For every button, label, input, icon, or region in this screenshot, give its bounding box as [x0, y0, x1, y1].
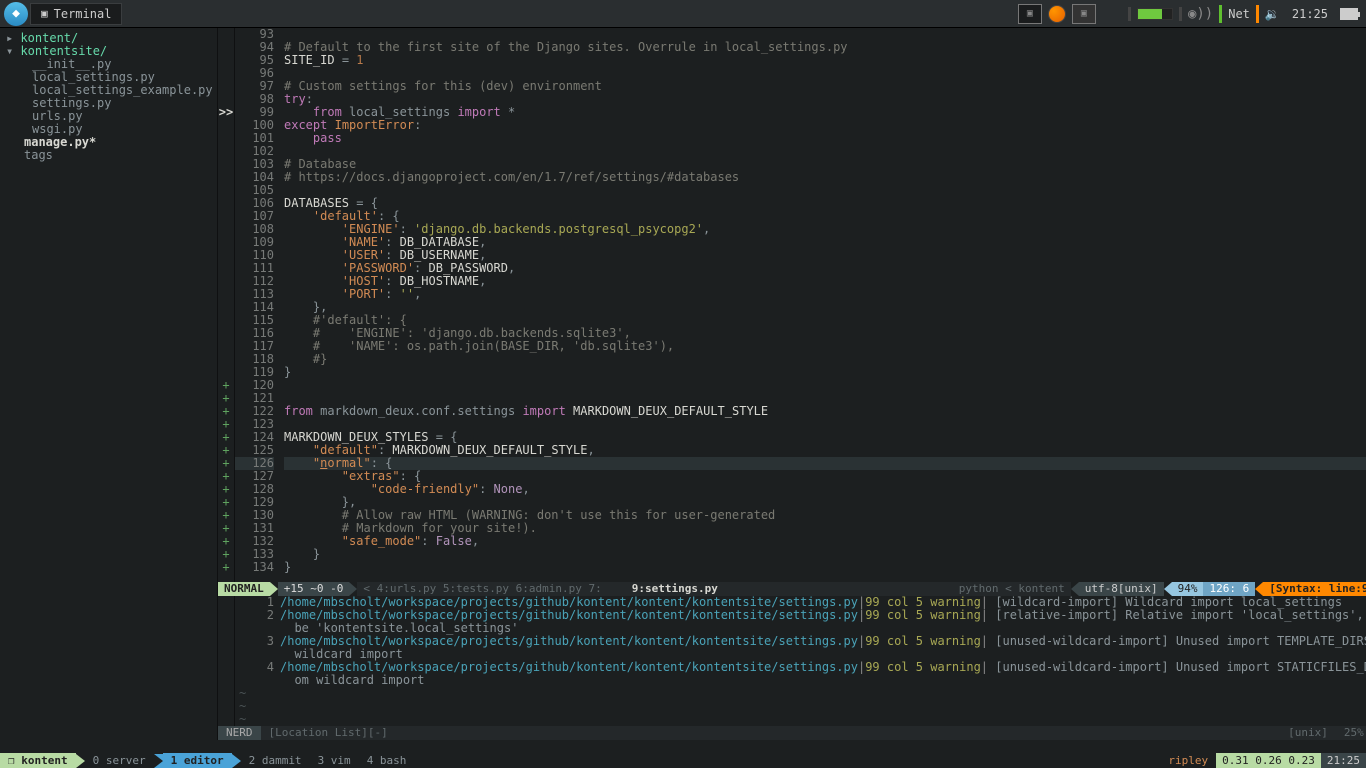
code-line[interactable]: except ImportError: — [284, 119, 1366, 132]
volume-icon[interactable]: 🔉 — [1265, 7, 1280, 21]
loclist-statusline: NERD [Location List][-] [unix] 25% 1: 1 — [218, 726, 1366, 740]
taskbar-terminal-button[interactable]: ▣ Terminal — [30, 3, 122, 25]
tray-divider — [1219, 5, 1222, 23]
code-line[interactable]: "default": MARKDOWN_DEUX_DEFAULT_STYLE, — [284, 444, 1366, 457]
tmux-window[interactable]: 2 dammit — [241, 753, 310, 768]
tmux-window-list[interactable]: 0 server 1 editor 2 dammit3 vim4 bash — [85, 753, 415, 768]
location-list[interactable]: 1/home/mbscholt/workspace/projects/githu… — [218, 596, 1366, 726]
code-line[interactable]: SITE_ID = 1 — [284, 54, 1366, 67]
tray-workspace-2[interactable]: ▣ — [1072, 4, 1096, 24]
code-line[interactable] — [284, 145, 1366, 158]
filetype-label: python < kontent — [959, 582, 1065, 596]
app-menu-icon[interactable]: ◆ — [4, 2, 28, 26]
tray-divider — [1256, 5, 1259, 23]
code-line[interactable]: "code-friendly": None, — [284, 483, 1366, 496]
taskbar-clock: 21:25 — [1286, 7, 1334, 21]
code-line[interactable]: "normal": { — [284, 457, 1366, 470]
cpu-meter — [1137, 8, 1173, 20]
tmux-hostname: ripley — [1160, 753, 1216, 768]
loclist-mode: NERD — [218, 726, 261, 740]
desktop-taskbar: ◆ ▣ Terminal ▣ ▣ ◉)) Net 🔉 21:25 — [0, 0, 1366, 28]
code-line[interactable]: # 'NAME': os.path.join(BASE_DIR, 'db.sql… — [284, 340, 1366, 353]
loclist-row[interactable]: 3/home/mbscholt/workspace/projects/githu… — [218, 635, 1366, 648]
code-line[interactable]: 'PORT': '', — [284, 288, 1366, 301]
tmux-statusbar: ❐ kontent 0 server 1 editor 2 dammit3 vim4… — [0, 753, 1366, 768]
tmux-window[interactable]: 1 editor — [163, 753, 232, 768]
buffer-list[interactable]: < 4:urls.py 5:tests.py 6:admin.py 7: 9:s… — [357, 582, 1070, 596]
code-line[interactable]: # Custom settings for this (dev) environ… — [284, 80, 1366, 93]
code-line[interactable]: DATABASES = { — [284, 197, 1366, 210]
net-label[interactable]: Net — [1228, 7, 1250, 21]
code-line[interactable]: 'HOST': DB_HOSTNAME, — [284, 275, 1366, 288]
line-number-gutter: 9394959697989910010110210310410510610710… — [234, 28, 280, 582]
code-line[interactable] — [284, 184, 1366, 197]
tmux-window[interactable]: 0 server — [85, 753, 154, 768]
code-editor[interactable]: >> +++++++++++++++ 939495969798991001011… — [218, 28, 1366, 582]
tray-separator — [1179, 7, 1182, 21]
encoding-label: utf-8[unix] — [1079, 582, 1164, 596]
code-line[interactable]: from markdown_deux.conf.settings import … — [284, 405, 1366, 418]
syntax-warning[interactable]: [Syntax: line:99 (4)] — [1263, 582, 1366, 596]
tmux-window[interactable]: 4 bash — [359, 753, 415, 768]
code-line[interactable]: } — [284, 366, 1366, 379]
terminal-icon: ▣ — [41, 7, 48, 20]
battery-icon — [1340, 8, 1358, 20]
percent-label: 94% — [1172, 582, 1204, 596]
tmux-session-name: kontent — [21, 754, 67, 767]
loclist-pct: 25% — [1336, 726, 1366, 740]
code-line[interactable]: pass — [284, 132, 1366, 145]
wifi-icon[interactable]: ◉)) — [1188, 6, 1213, 22]
code-line[interactable]: } — [284, 548, 1366, 561]
active-buffer[interactable]: 9:settings.py — [632, 582, 718, 596]
code-line[interactable]: # https://docs.djangoproject.com/en/1.7/… — [284, 171, 1366, 184]
taskbar-terminal-label: Terminal — [54, 7, 112, 21]
loclist-title: [Location List][-] — [269, 726, 388, 740]
sign-column: >> +++++++++++++++ — [218, 28, 234, 582]
statusline: NORMAL +15 ~0 -0 < 4:urls.py 5:tests.py … — [218, 582, 1366, 596]
tmux-clock: 21:25 — [1321, 753, 1366, 768]
git-hunks: +15 ~0 -0 — [278, 582, 350, 596]
tray-separator — [1128, 7, 1131, 21]
mode-indicator: NORMAL — [218, 582, 270, 596]
tmux-session[interactable]: ❐ kontent — [0, 753, 76, 768]
code-line[interactable] — [284, 379, 1366, 392]
tmux-loadavg: 0.31 0.26 0.23 — [1216, 753, 1321, 768]
code-content[interactable]: # Default to the first site of the Djang… — [280, 28, 1366, 582]
loclist-row[interactable]: 4/home/mbscholt/workspace/projects/githu… — [218, 661, 1366, 674]
code-line[interactable]: }, — [284, 301, 1366, 314]
loclist-row[interactable]: 1/home/mbscholt/workspace/projects/githu… — [218, 596, 1366, 609]
code-line[interactable]: "safe_mode": False, — [284, 535, 1366, 548]
loclist-row[interactable]: 2/home/mbscholt/workspace/projects/githu… — [218, 609, 1366, 622]
inactive-buffers[interactable]: < 4:urls.py 5:tests.py 6:admin.py 7: — [363, 582, 601, 596]
tmux-session-icon: ❐ — [8, 754, 21, 767]
nerdtree-sidebar[interactable]: kontent/ kontentsite/ __init__.py local_… — [0, 28, 218, 740]
line-col-label: 126: 6 — [1203, 582, 1255, 596]
firefox-icon[interactable] — [1048, 5, 1066, 23]
code-line[interactable]: #} — [284, 353, 1366, 366]
tray-workspace-1[interactable]: ▣ — [1018, 4, 1042, 24]
code-line[interactable]: from local_settings import * — [284, 106, 1366, 119]
loclist-enc: [unix] — [1280, 726, 1336, 740]
tree-file[interactable]: tags — [2, 149, 215, 162]
code-line[interactable]: # Default to the first site of the Djang… — [284, 41, 1366, 54]
tmux-window[interactable]: 3 vim — [310, 753, 359, 768]
code-line[interactable]: } — [284, 561, 1366, 574]
